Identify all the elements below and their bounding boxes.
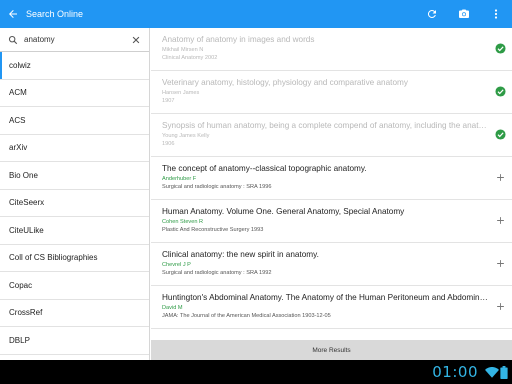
result-author: Chevrel J P [162, 262, 191, 268]
result-author: Cohen Steven R [162, 219, 204, 225]
result-row[interactable]: Anatomy of anatomy in images and words Mi… [151, 28, 512, 71]
result-source: JAMA: The Journal of the American Medica… [162, 313, 331, 319]
wifi-icon [485, 366, 499, 378]
search-icon [8, 34, 20, 46]
result-title: Huntington's Abdominal Anatomy. The Anat… [162, 293, 488, 302]
overflow-menu-icon[interactable] [480, 0, 512, 28]
result-author: Young James Kelly [162, 133, 210, 139]
sidebar-item-source[interactable]: CiteSeerx [0, 190, 149, 217]
search-input[interactable] [24, 35, 124, 44]
added-check-icon [494, 85, 506, 97]
status-clock: 01:00 [432, 363, 478, 381]
app-root: Search Online colwizACMACSarXivBio OneCi… [0, 0, 512, 384]
result-source: 1907 [162, 98, 175, 104]
result-row[interactable]: Veterinary anatomy, histology, physiolog… [151, 71, 512, 114]
sidebar-item-source[interactable]: colwiz [0, 52, 149, 80]
results-list: Anatomy of anatomy in images and words Mi… [151, 28, 512, 340]
system-bar: 01:00 [0, 360, 512, 384]
add-icon[interactable] [494, 300, 506, 312]
sidebar-item-source[interactable]: CiteULike [0, 217, 149, 245]
add-icon[interactable] [494, 214, 506, 226]
result-title: Veterinary anatomy, histology, physiolog… [162, 78, 408, 87]
result-row[interactable]: Huntington's Abdominal Anatomy. The Anat… [151, 286, 512, 329]
sidebar-item-source[interactable]: Bio One [0, 162, 149, 190]
action-bar: Search Online [0, 0, 512, 28]
result-source: Surgical and radiologic anatomy : SRA 19… [162, 184, 272, 190]
camera-icon[interactable] [448, 0, 480, 28]
add-icon[interactable] [494, 171, 506, 183]
sidebar-item-source[interactable]: ACS [0, 107, 149, 135]
result-title: Human Anatomy. Volume One. General Anato… [162, 207, 405, 216]
result-source: Clinical Anatomy 2002 [162, 55, 218, 61]
page-title: Search Online [26, 9, 84, 19]
more-results-button[interactable]: More Results [151, 340, 512, 360]
result-author: Hansen James [162, 90, 200, 96]
sidebar-item-source[interactable]: arXiv [0, 135, 149, 162]
result-author: David M [162, 305, 183, 311]
sidebar-item-source[interactable]: ACM [0, 80, 149, 107]
add-icon[interactable] [494, 257, 506, 269]
result-author: Mikhail Mirsen N [162, 47, 204, 53]
added-check-icon [494, 42, 506, 54]
result-row[interactable]: Clinical anatomy: the new spirit in anat… [151, 243, 512, 286]
source-list: colwiz ACM ACS arXiv Bio One CiteSeerx CiteULi… [0, 52, 149, 360]
action-bar-actions [416, 0, 512, 28]
sidebar-item-source[interactable]: Coll of CS Bibliographies [0, 245, 149, 272]
added-check-icon [494, 128, 506, 140]
source-sidebar: colwizACMACSarXivBio OneCiteSeerxCiteULi… [0, 28, 150, 360]
back-arrow-icon[interactable] [2, 0, 24, 28]
result-title: Synopsis of human anatomy, being a compl… [162, 121, 488, 130]
result-author: Anderhuber F [162, 176, 197, 182]
result-row[interactable]: The concept of anatomy--classical topogr… [151, 157, 512, 200]
refresh-icon[interactable] [416, 0, 448, 28]
result-source: Surgical and radiologic anatomy : SRA 19… [162, 270, 272, 276]
battery-icon [500, 365, 508, 379]
result-source: 1906 [162, 141, 175, 147]
sidebar-item-source[interactable]: DBLP [0, 327, 149, 355]
result-source: Plastic And Reconstructive Surgery 1993 [162, 227, 264, 233]
search-bar [0, 28, 149, 52]
result-title: Anatomy of anatomy in images and words [162, 35, 315, 44]
clear-search-icon[interactable] [129, 33, 143, 47]
sidebar-item-source[interactable]: CrossRef [0, 300, 149, 327]
result-row[interactable]: Synopsis of human anatomy, being a compl… [151, 114, 512, 157]
sidebar-item-source[interactable]: Copac [0, 272, 149, 300]
result-row[interactable]: Human Anatomy. Volume One. General Anato… [151, 200, 512, 243]
result-title: Clinical anatomy: the new spirit in anat… [162, 250, 319, 259]
result-title: The concept of anatomy--classical topogr… [162, 164, 367, 173]
